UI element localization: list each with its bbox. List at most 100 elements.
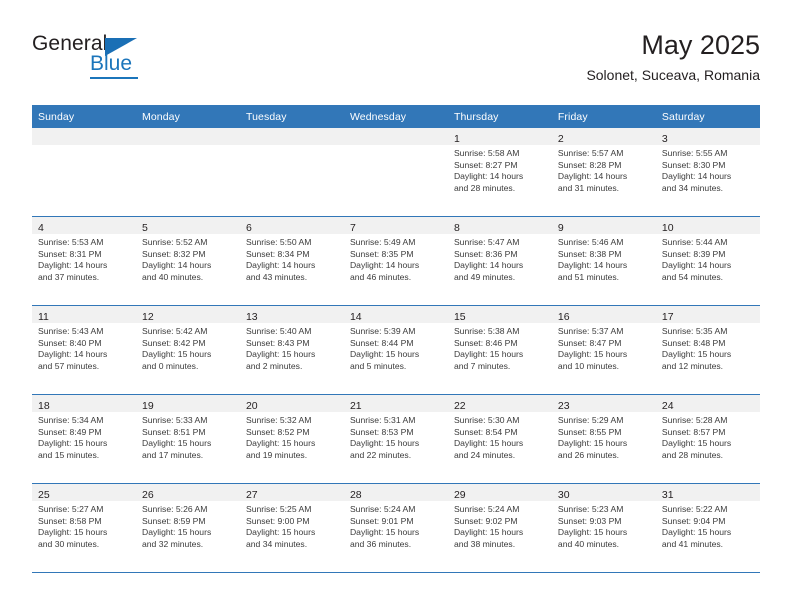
day-info-line: Daylight: 15 hours [349,438,420,449]
day-cell[interactable]: 12 Sunrise: 5:42 AM Sunset: 8:42 PM Dayligh… [135,305,240,395]
day-info-line: Daylight: 15 hours [245,527,316,538]
day-info-line: Sunset: 8:34 PM [245,248,310,259]
day-info: Sunrise: 5:24 AM Sunset: 9:01 PM Daylight:… [344,501,448,550]
day-cell[interactable]: 18 Sunrise: 5:34 AM Sunset: 8:49 PM Dayligh… [32,394,136,484]
day-info-line: and 17 minutes. [141,449,204,460]
day-number-band: 20 [239,395,344,412]
day-info-line: Daylight: 14 hours [245,260,316,271]
day-cell-empty [32,128,136,217]
day-cell[interactable]: 28 Sunrise: 5:24 AM Sunset: 9:01 PM Dayligh… [343,483,448,573]
day-info-line: Sunset: 9:02 PM [453,515,518,526]
day-cell-content: 30 Sunrise: 5:23 AM Sunset: 9:03 PM Dayligh… [551,484,656,572]
day-cell[interactable]: 14 Sunrise: 5:39 AM Sunset: 8:44 PM Dayligh… [343,305,448,395]
logo-underline [90,77,138,79]
day-info-line: Sunset: 8:32 PM [141,248,206,259]
day-cell[interactable]: 6 Sunrise: 5:50 AM Sunset: 8:34 PM Daylight… [239,216,344,306]
day-cell[interactable]: 8 Sunrise: 5:47 AM Sunset: 8:36 PM Daylight… [447,216,552,306]
day-info-line: and 40 minutes. [141,271,204,282]
day-number-band [343,128,448,145]
day-info-line: and 36 minutes. [349,538,412,549]
day-number-band: 5 [135,217,240,234]
day-number: 1 [453,133,460,145]
day-number-band: 25 [32,484,136,501]
day-info-line: and 34 minutes. [245,538,308,549]
day-info-line: and 7 minutes. [453,360,511,371]
day-info-line: and 41 minutes. [661,538,724,549]
day-info-line: Sunset: 8:49 PM [38,426,102,437]
day-cell[interactable]: 4 Sunrise: 5:53 AM Sunset: 8:31 PM Daylight… [32,216,136,306]
day-cell-content: 19 Sunrise: 5:33 AM Sunset: 8:51 PM Dayligh… [135,395,240,483]
day-info-line: Sunset: 8:47 PM [557,337,622,348]
day-cell[interactable]: 24 Sunrise: 5:28 AM Sunset: 8:57 PM Dayligh… [655,394,760,484]
day-info-line: and 0 minutes. [141,360,199,371]
day-info-line: Sunset: 8:31 PM [38,248,102,259]
weekday-header-row: Sunday Monday Tuesday Wednesday Thursday Frid… [32,105,760,128]
day-number: 23 [557,400,570,412]
day-info-line: Sunset: 8:44 PM [349,337,414,348]
day-info-line: and 28 minutes. [661,449,724,460]
day-info-line: Daylight: 15 hours [661,438,732,449]
day-cell[interactable]: 16 Sunrise: 5:37 AM Sunset: 8:47 PM Dayligh… [551,305,656,395]
day-info-line: and 40 minutes. [557,538,620,549]
weekday-header-wednesday: Wednesday [343,105,448,128]
day-info-line: Sunrise: 5:31 AM [349,415,416,425]
day-number-band: 12 [135,306,240,323]
day-cell-content: 5 Sunrise: 5:52 AM Sunset: 8:32 PM Daylight… [135,217,240,305]
weekday-header-monday: Monday [135,105,240,128]
day-cell[interactable]: 2 Sunrise: 5:57 AM Sunset: 8:28 PM Daylight… [551,128,656,217]
day-number: 18 [38,400,50,412]
day-number-band: 6 [239,217,344,234]
day-cell[interactable]: 1 Sunrise: 5:58 AM Sunset: 8:27 PM Daylight… [447,128,552,217]
day-info-line: Daylight: 14 hours [661,171,732,182]
day-number-band: 21 [343,395,448,412]
day-info: Sunrise: 5:44 AM Sunset: 8:39 PM Daylight:… [656,234,760,283]
day-cell[interactable]: 19 Sunrise: 5:33 AM Sunset: 8:51 PM Dayligh… [135,394,240,484]
day-cell[interactable]: 21 Sunrise: 5:31 AM Sunset: 8:53 PM Dayligh… [343,394,448,484]
day-number-band: 11 [32,306,136,323]
day-cell-content: 14 Sunrise: 5:39 AM Sunset: 8:44 PM Dayligh… [343,306,448,394]
day-cell[interactable]: 7 Sunrise: 5:49 AM Sunset: 8:35 PM Daylight… [343,216,448,306]
day-info: Sunrise: 5:28 AM Sunset: 8:57 PM Daylight:… [656,412,760,461]
day-number: 14 [349,311,362,323]
logo-text-blue: Blue [90,52,133,75]
day-cell[interactable]: 13 Sunrise: 5:40 AM Sunset: 8:43 PM Dayligh… [239,305,344,395]
day-cell[interactable]: 23 Sunrise: 5:29 AM Sunset: 8:55 PM Dayligh… [551,394,656,484]
day-info-line: and 49 minutes. [453,271,516,282]
day-cell[interactable]: 30 Sunrise: 5:23 AM Sunset: 9:03 PM Dayligh… [551,483,656,573]
day-cell-empty [343,128,448,217]
day-cell[interactable]: 31 Sunrise: 5:22 AM Sunset: 9:04 PM Dayligh… [655,483,760,573]
week-row: 18 Sunrise: 5:34 AM Sunset: 8:49 PM Dayligh… [32,394,760,484]
day-cell[interactable]: 9 Sunrise: 5:46 AM Sunset: 8:38 PM Daylight… [551,216,656,306]
day-info-line: Daylight: 14 hours [557,171,628,182]
day-info-line: Daylight: 15 hours [453,527,524,538]
general-blue-logo[interactable]: General Blue [32,32,212,86]
day-cell[interactable]: 15 Sunrise: 5:38 AM Sunset: 8:46 PM Dayligh… [447,305,552,395]
day-info [136,145,240,148]
day-cell[interactable]: 22 Sunrise: 5:30 AM Sunset: 8:54 PM Dayligh… [447,394,552,484]
day-info: Sunrise: 5:31 AM Sunset: 8:53 PM Daylight:… [344,412,448,461]
day-cell[interactable]: 29 Sunrise: 5:24 AM Sunset: 9:02 PM Dayligh… [447,483,552,573]
day-cell[interactable]: 17 Sunrise: 5:35 AM Sunset: 8:48 PM Dayligh… [655,305,760,395]
day-number: 30 [557,489,570,501]
day-cell[interactable]: 11 Sunrise: 5:43 AM Sunset: 8:40 PM Dayligh… [32,305,136,395]
day-cell[interactable]: 3 Sunrise: 5:55 AM Sunset: 8:30 PM Daylight… [655,128,760,217]
day-number-band: 3 [655,128,760,145]
day-info-line: Sunrise: 5:42 AM [141,326,208,336]
day-cell-content: 28 Sunrise: 5:24 AM Sunset: 9:01 PM Dayligh… [343,484,448,572]
day-info-line: and 32 minutes. [141,538,204,549]
day-info: Sunrise: 5:57 AM Sunset: 8:28 PM Daylight:… [552,145,656,194]
day-info-line: Sunset: 8:59 PM [141,515,206,526]
day-info-line: Sunrise: 5:40 AM [245,326,312,336]
day-info-line: Sunrise: 5:33 AM [141,415,208,425]
day-cell[interactable]: 5 Sunrise: 5:52 AM Sunset: 8:32 PM Daylight… [135,216,240,306]
day-info-line: Daylight: 14 hours [557,260,628,271]
day-cell[interactable]: 26 Sunrise: 5:26 AM Sunset: 8:59 PM Dayligh… [135,483,240,573]
day-info-line: Daylight: 15 hours [141,349,212,360]
day-cell-content: 4 Sunrise: 5:53 AM Sunset: 8:31 PM Daylight… [32,217,136,305]
day-cell[interactable]: 20 Sunrise: 5:32 AM Sunset: 8:52 PM Dayligh… [239,394,344,484]
page-title: May 2025 [641,30,760,60]
day-cell[interactable]: 27 Sunrise: 5:25 AM Sunset: 9:00 PM Dayligh… [239,483,344,573]
day-cell[interactable]: 25 Sunrise: 5:27 AM Sunset: 8:58 PM Dayligh… [32,483,136,573]
day-cell[interactable]: 10 Sunrise: 5:44 AM Sunset: 8:39 PM Dayligh… [655,216,760,306]
day-cell-content: 1 Sunrise: 5:58 AM Sunset: 8:27 PM Daylight… [447,128,552,216]
